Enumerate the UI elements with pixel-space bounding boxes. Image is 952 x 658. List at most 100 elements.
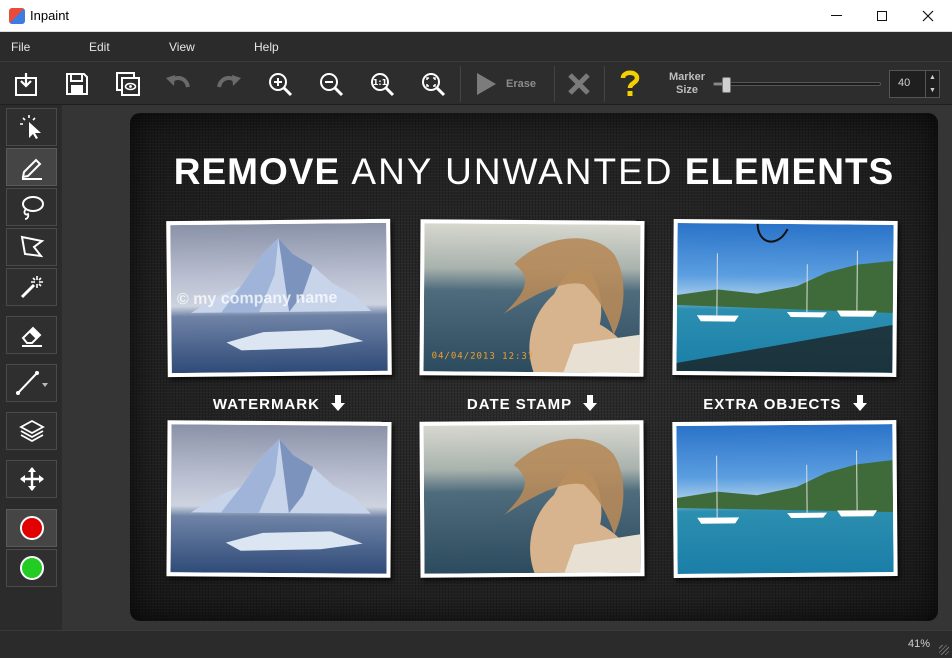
bay-clean-image	[676, 424, 894, 574]
play-icon	[477, 73, 496, 95]
line-tool-icon	[15, 371, 48, 395]
caption-extra-objects: EXTRA OBJECTS	[673, 395, 897, 413]
tool-eraser[interactable]	[6, 316, 57, 354]
toolbar: 1:1 Erase Marker Size 40 ▲ ▼	[0, 61, 952, 105]
eraser-icon	[21, 326, 42, 347]
photo-bay-clean	[672, 420, 898, 578]
watermark-text: © my company name	[176, 289, 338, 309]
menu-file[interactable]: File	[11, 40, 30, 54]
canvas-area[interactable]: REMOVE ANY UNWANTED ELEMENTS © my compan…	[62, 105, 952, 630]
caption-date-stamp-text: DATE STAMP	[466, 396, 572, 413]
app-icon	[9, 8, 25, 24]
marker-label-line1: Marker	[668, 71, 706, 83]
marker-size-slider[interactable]	[713, 77, 881, 93]
arrow-down-icon	[583, 395, 598, 411]
pencil-icon	[21, 158, 42, 180]
help-button[interactable]	[609, 64, 651, 104]
image-canvas[interactable]: REMOVE ANY UNWANTED ELEMENTS © my compan…	[130, 113, 938, 621]
color-red-marker[interactable]	[6, 509, 57, 547]
arrow-down-icon	[852, 395, 867, 411]
spin-down-icon[interactable]: ▼	[926, 84, 939, 97]
slider-fill	[714, 83, 722, 85]
redo-icon	[217, 75, 241, 88]
girl-image: 04/04/2013 12:37	[423, 223, 641, 373]
maximize-icon	[877, 10, 887, 21]
open-icon	[15, 73, 37, 96]
layers-icon	[18, 419, 45, 443]
caption-watermark-text: WATERMARK	[212, 396, 320, 413]
zoom-out-button[interactable]	[310, 64, 352, 104]
actual-size-button[interactable]: 1:1	[361, 64, 403, 104]
toolbar-separator	[604, 66, 605, 102]
preview-button[interactable]	[107, 64, 149, 104]
magic-pointer-icon	[19, 115, 41, 139]
help-question-icon	[620, 70, 640, 96]
tool-panel	[0, 105, 62, 630]
photo-iceberg-clean	[166, 420, 392, 578]
erase-button[interactable]: Erase	[462, 64, 552, 104]
maximize-button[interactable]	[859, 0, 905, 31]
girl-clean-image	[423, 424, 641, 574]
preview-icon	[116, 72, 140, 96]
svg-text:1:1: 1:1	[373, 78, 388, 87]
zoom-in-icon	[269, 73, 293, 97]
redo-button[interactable]	[208, 64, 250, 104]
marker-size-value: 40	[898, 77, 911, 89]
minimize-icon	[830, 15, 842, 16]
fit-window-button[interactable]	[412, 64, 454, 104]
undo-button[interactable]	[157, 64, 199, 104]
save-button[interactable]	[56, 64, 98, 104]
resize-grip-icon[interactable]	[939, 645, 949, 655]
photo-iceberg-watermark: © my company name	[166, 218, 392, 378]
tool-magic-select[interactable]	[6, 108, 57, 146]
menu-edit[interactable]: Edit	[89, 40, 110, 54]
minimize-button[interactable]	[813, 0, 859, 31]
save-icon	[66, 73, 88, 95]
tool-polygonal-lasso[interactable]	[6, 228, 57, 266]
menu-help[interactable]: Help	[254, 40, 279, 54]
polygon-lasso-icon	[20, 235, 44, 258]
lasso-icon	[21, 196, 44, 220]
toolbar-separator	[460, 66, 461, 102]
color-green-marker[interactable]	[6, 549, 57, 587]
tool-magic-wand[interactable]	[6, 268, 57, 306]
tool-move[interactable]	[6, 460, 57, 498]
actual-size-icon: 1:1	[371, 73, 395, 97]
cancel-button[interactable]	[558, 64, 600, 104]
marker-label-line2: Size	[675, 84, 698, 96]
close-button[interactable]	[905, 0, 951, 31]
red-color-swatch	[19, 516, 44, 540]
close-icon	[922, 10, 934, 21]
caption-extra-objects-text: EXTRA OBJECTS	[703, 396, 842, 413]
cancel-x-icon	[568, 73, 590, 95]
zoom-out-icon	[320, 73, 344, 97]
tool-line[interactable]	[6, 364, 57, 402]
fit-window-icon	[422, 73, 446, 97]
open-button[interactable]	[5, 64, 47, 104]
marker-size-label: Marker Size	[660, 71, 714, 97]
undo-icon	[166, 75, 190, 88]
date-stamp-text: 04/04/2013 12:37	[431, 351, 535, 363]
spin-up-icon[interactable]: ▲	[926, 71, 939, 84]
menu-view[interactable]: View	[169, 40, 195, 54]
window-title: Inpaint	[30, 8, 70, 23]
toolbar-separator	[554, 66, 555, 102]
title-bar: Inpaint	[0, 0, 952, 32]
tool-lasso[interactable]	[6, 188, 57, 226]
caption-date-stamp: DATE STAMP	[420, 395, 644, 413]
marker-size-spinbox[interactable]: 40 ▲ ▼	[889, 70, 940, 98]
erase-label: Erase	[506, 78, 536, 90]
photo-girl-clean	[419, 420, 645, 578]
tool-marker[interactable]	[6, 148, 57, 186]
iceberg-image: © my company name	[170, 222, 388, 374]
photo-girl-datestamp: 04/04/2013 12:37	[419, 219, 645, 377]
move-arrows-icon	[19, 467, 44, 491]
slider-thumb[interactable]	[722, 77, 731, 93]
headline-remove: REMOVE	[173, 151, 341, 192]
iceberg-clean-image	[170, 424, 388, 574]
spin-arrows[interactable]: ▲ ▼	[925, 71, 939, 97]
tool-layers[interactable]	[6, 412, 57, 450]
zoom-level: 41%	[907, 638, 930, 650]
zoom-in-button[interactable]	[259, 64, 301, 104]
green-color-swatch	[19, 556, 44, 580]
